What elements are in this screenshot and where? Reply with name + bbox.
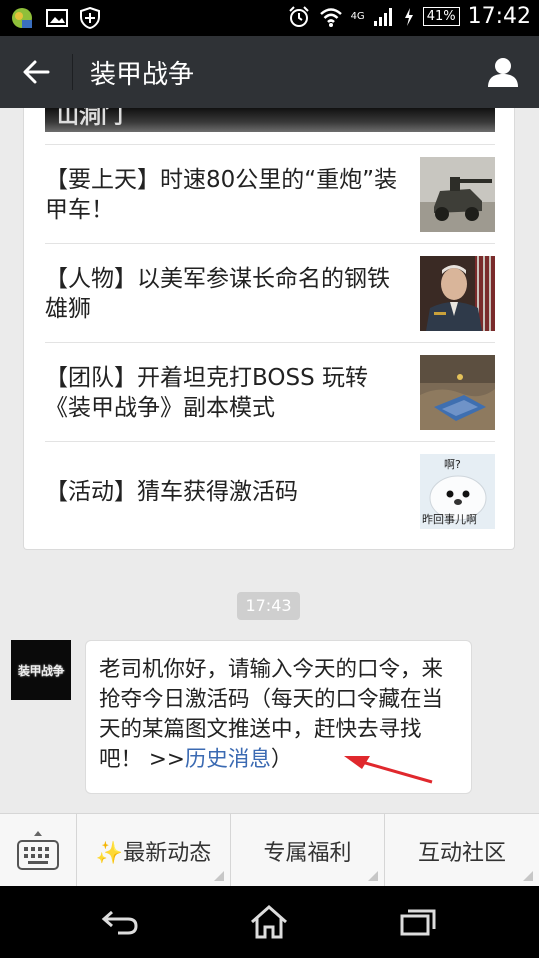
home-icon xyxy=(251,904,287,939)
menu-label: 互动社区 xyxy=(417,840,506,866)
battery-level: 41% xyxy=(422,7,460,26)
menu-community[interactable]: 互动社区 xyxy=(385,814,539,887)
arrow-left-icon xyxy=(23,60,50,84)
recent-apps-icon xyxy=(400,909,436,936)
status-bar: 4G 41% 17:42 xyxy=(0,0,539,36)
armored-car-image xyxy=(420,157,495,232)
gallery-icon xyxy=(46,9,68,27)
clock: 17:42 xyxy=(467,4,531,29)
title-bar: 装甲战争 xyxy=(0,36,539,108)
article-title: 【要上天】时速80公里的“重炮”装甲车！ xyxy=(45,167,398,223)
keyboard-toggle-button[interactable] xyxy=(0,814,77,887)
menu-exclusive-benefits[interactable]: 专属福利 xyxy=(231,814,385,887)
article-card: 山洞门 【要上天】时速80公里的“重炮”装甲车！ 【人物】以美军参谋长命名的钢铁… xyxy=(23,108,515,550)
article-item[interactable]: 【要上天】时速80公里的“重炮”装甲车！ xyxy=(45,144,495,243)
submenu-indicator xyxy=(523,871,533,881)
meme-text-bottom: 昨回事儿啊 xyxy=(422,513,477,526)
menu-label: 专属福利 xyxy=(263,840,352,866)
back-button[interactable] xyxy=(12,50,60,94)
shield-icon xyxy=(80,7,100,29)
cover-image-strip[interactable]: 山洞门 xyxy=(45,108,495,132)
keyboard-icon xyxy=(17,830,59,870)
alarm-icon xyxy=(288,5,309,27)
submenu-indicator xyxy=(368,871,378,881)
nav-back-button[interactable] xyxy=(90,898,150,946)
message-tail: ） xyxy=(270,747,293,772)
nav-home-button[interactable] xyxy=(239,898,299,946)
message-timestamp: 17:43 xyxy=(237,592,300,620)
status-left-icons xyxy=(10,6,100,30)
tank-game-image xyxy=(420,355,495,430)
cover-partial-title: 山洞门 xyxy=(57,108,124,129)
article-title: 【团队】开着坦克打BOSS 玩转《装甲战争》副本模式 xyxy=(45,365,368,421)
menu-latest-news[interactable]: ✨最新动态 xyxy=(77,814,231,887)
network-type: 4G xyxy=(350,11,365,22)
menu-label: ✨最新动态 xyxy=(95,840,212,866)
submenu-indicator xyxy=(214,871,224,881)
charging-icon xyxy=(404,7,413,26)
annotation-arrow-icon xyxy=(344,756,433,784)
bottom-menu: ✨最新动态 专属福利 互动社区 xyxy=(0,813,539,887)
article-item[interactable]: 【活动】猜车获得激活码 啊? 昨回事儿啊 xyxy=(45,441,495,540)
title-divider xyxy=(72,54,73,90)
app-notification-icon xyxy=(12,8,32,28)
article-item[interactable]: 【团队】开着坦克打BOSS 玩转《装甲战争》副本模式 xyxy=(45,342,495,441)
nav-recents-button[interactable] xyxy=(388,898,448,946)
meme-text-top: 啊? xyxy=(444,458,461,471)
general-portrait-image xyxy=(420,256,495,331)
back-icon xyxy=(101,910,138,935)
avatar[interactable]: 装甲战争 xyxy=(11,640,71,700)
profile-button[interactable] xyxy=(481,50,525,94)
system-nav-bar xyxy=(0,886,539,958)
article-item[interactable]: 【人物】以美军参谋长命名的钢铁雄狮 xyxy=(45,243,495,342)
history-messages-link[interactable]: 历史消息 xyxy=(185,747,271,772)
seal-meme-image: 啊? 昨回事儿啊 xyxy=(420,454,495,529)
article-title: 【人物】以美军参谋长命名的钢铁雄狮 xyxy=(45,266,390,322)
user-icon xyxy=(488,58,518,87)
status-right-icons: 4G 41% 17:42 xyxy=(287,4,531,29)
article-title: 【活动】猜车获得激活码 xyxy=(45,479,298,505)
avatar-logo-text: 装甲战争 xyxy=(17,663,65,678)
wifi-icon xyxy=(319,7,342,27)
signal-icon xyxy=(373,7,392,26)
page-title: 装甲战争 xyxy=(90,60,195,90)
